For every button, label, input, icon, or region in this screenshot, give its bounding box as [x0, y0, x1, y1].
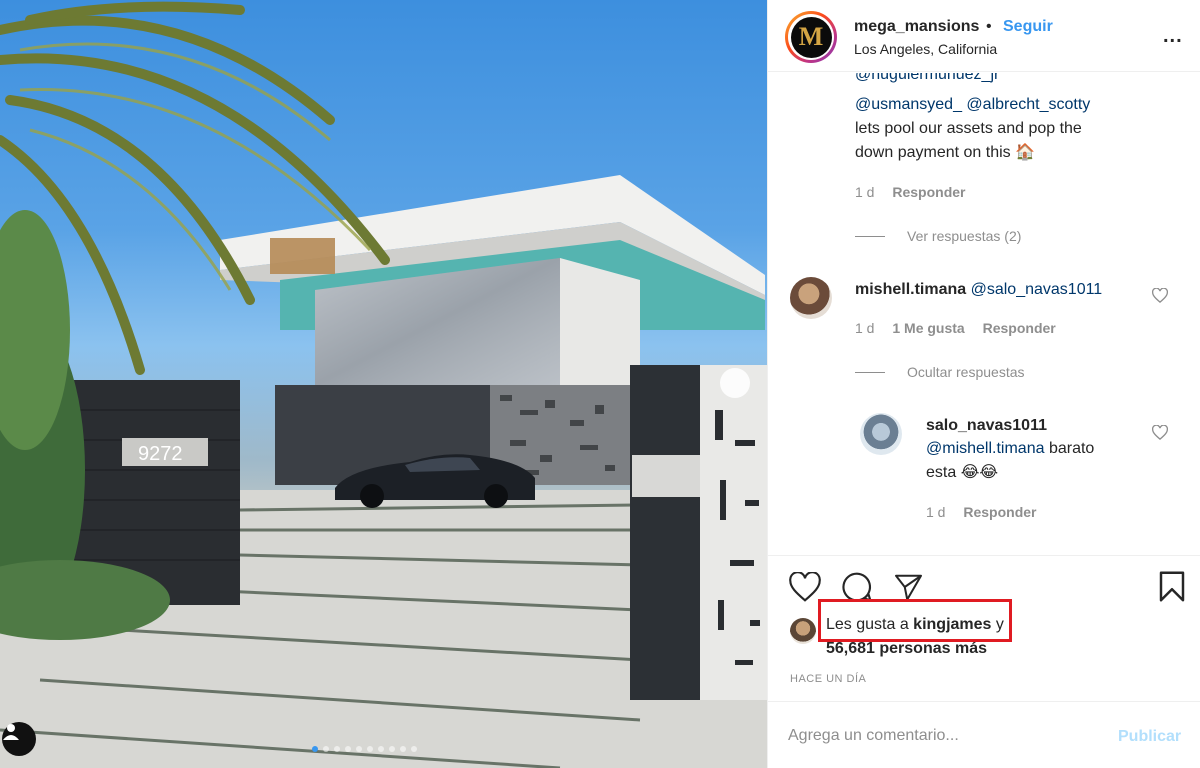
comment-text: lets pool our assets and pop the [855, 120, 1082, 137]
like-comment-heart-icon[interactable] [1152, 425, 1168, 440]
post-header: M mega_mansions • Seguir Los Angeles, Ca… [768, 0, 1200, 72]
comment-meta: 1 d Responder [926, 504, 1050, 520]
comment-text: barato [1048, 440, 1095, 457]
comment-meta: 1 d 1 Me gusta Responder [855, 320, 1070, 336]
share-paper-plane-icon[interactable] [893, 572, 924, 602]
view-replies-button[interactable]: Ver respuestas (2) [855, 228, 1021, 244]
comment-text: down payment on this 🏠 [855, 144, 1036, 161]
carousel-dot[interactable] [323, 746, 329, 752]
comment-mention[interactable]: @mishell.timana [926, 440, 1045, 457]
comment-username[interactable]: mishell.timana [855, 281, 966, 298]
comment-body: @mishell.timana barato [926, 437, 1094, 461]
divider-line [855, 371, 885, 373]
comment-input[interactable] [788, 724, 1108, 748]
tagged-users-button[interactable] [2, 722, 36, 756]
carousel-dot[interactable] [334, 746, 340, 752]
comments-list[interactable]: @nuguiermunuez_jr @usmansyed_ @albrecht_… [768, 73, 1200, 555]
comment-meta: 1 d Responder [855, 184, 979, 200]
carousel-dot[interactable] [411, 746, 417, 752]
post-sidebar: M mega_mansions • Seguir Los Angeles, Ca… [767, 0, 1200, 768]
comment-text: esta 😂😂 [926, 464, 999, 481]
carousel-dot[interactable] [389, 746, 395, 752]
reply-button[interactable]: Responder [963, 504, 1036, 520]
comment-like-count[interactable]: 1 Me gusta [892, 320, 964, 336]
comment-username: salo_navas1011 [926, 414, 1047, 438]
add-comment-bar: Publicar [768, 701, 1200, 768]
view-replies-label: Ver respuestas (2) [907, 228, 1022, 244]
profile-username[interactable]: mega_mansions [854, 18, 979, 36]
comment-mention[interactable]: @usmansyed_ [855, 96, 962, 113]
comment-body: @usmansyed_ @albrecht_scotty [855, 93, 1090, 117]
carousel-dot[interactable] [345, 746, 351, 752]
follow-button[interactable]: Seguir [1003, 18, 1053, 36]
comment-mention[interactable]: @nuguiermunuez_jr [855, 73, 999, 87]
publish-button[interactable]: Publicar [1118, 728, 1181, 746]
house-number: 9272 [138, 443, 183, 465]
likes-count-link[interactable]: 56,681 personas más [826, 640, 987, 658]
reply-button[interactable]: Responder [892, 184, 965, 200]
comment-mention[interactable]: @salo_navas1011 [971, 281, 1103, 298]
carousel-dot[interactable] [400, 746, 406, 752]
annotation-highlight-box [818, 599, 1012, 642]
like-comment-heart-icon[interactable] [1152, 288, 1168, 303]
post-timestamp[interactable]: HACE UN DÍA [790, 673, 866, 685]
comment-mention[interactable]: @albrecht_scotty [966, 96, 1090, 113]
comment-age[interactable]: 1 d [926, 504, 945, 520]
reply-username[interactable]: salo_navas1011 [926, 417, 1047, 434]
divider-line [855, 235, 885, 237]
reply-button[interactable]: Responder [983, 320, 1056, 336]
carousel-indicator [312, 746, 417, 752]
carousel-dot[interactable] [367, 746, 373, 752]
hide-replies-button[interactable]: Ocultar respuestas [855, 364, 1025, 380]
save-bookmark-icon[interactable] [1158, 570, 1186, 603]
separator-dot: • [986, 18, 992, 35]
commenter-avatar[interactable] [860, 413, 902, 455]
more-options-icon[interactable]: ... [1163, 26, 1183, 46]
post-actions: Les gusta a kingjames y 56,681 personas … [768, 555, 1200, 701]
carousel-dot[interactable] [312, 746, 318, 752]
likes-suffix: personas más [874, 640, 987, 657]
likes-count: 56,681 [826, 640, 875, 657]
mansion-photo: 9272 [0, 1, 767, 768]
comment-age[interactable]: 1 d [855, 320, 874, 336]
post-image[interactable]: 9272 [0, 0, 767, 768]
like-heart-icon[interactable] [789, 572, 821, 602]
commenter-avatar[interactable] [790, 277, 832, 319]
carousel-dot[interactable] [378, 746, 384, 752]
hide-replies-label: Ocultar respuestas [907, 364, 1025, 380]
brand-logo: M [790, 16, 832, 58]
comment-body: mishell.timana @salo_navas1011 [855, 278, 1102, 302]
liker-avatar[interactable] [790, 618, 816, 644]
profile-avatar[interactable]: M [785, 11, 837, 63]
user-icon [3, 724, 19, 740]
comment-age[interactable]: 1 d [855, 184, 874, 200]
post-location[interactable]: Los Angeles, California [854, 41, 997, 57]
carousel-dot[interactable] [356, 746, 362, 752]
